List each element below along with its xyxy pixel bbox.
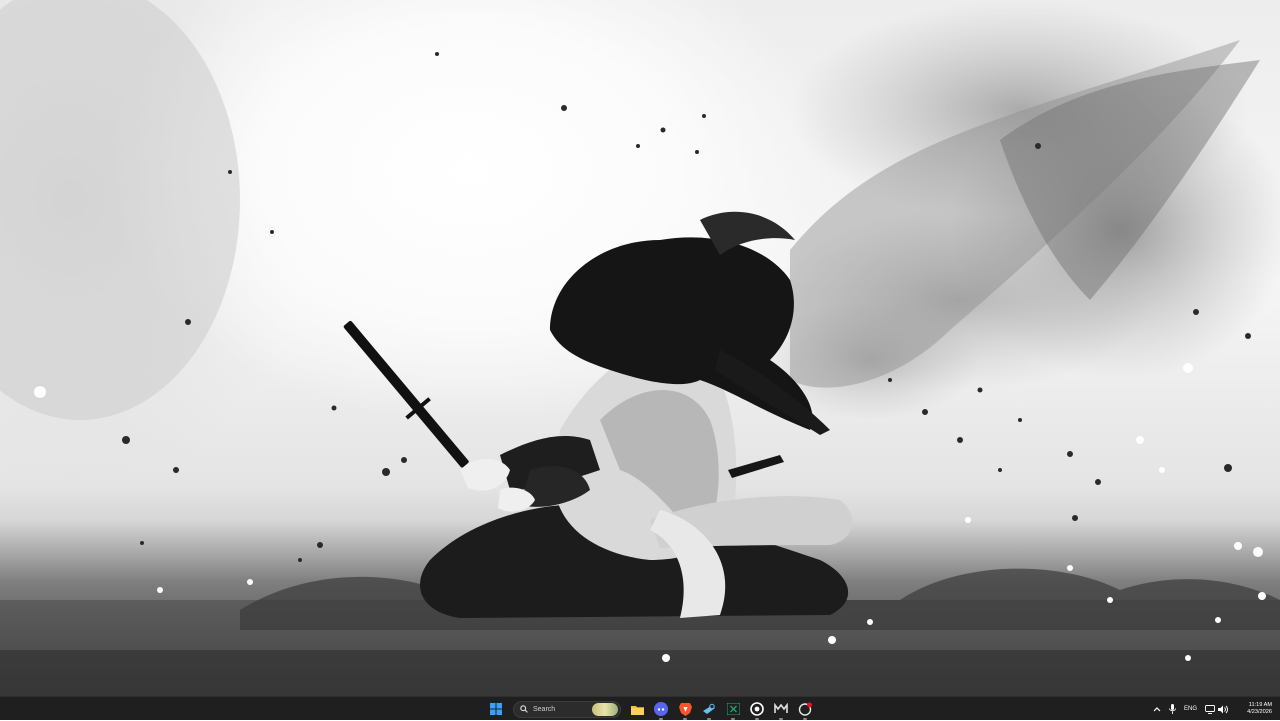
volume-icon bbox=[1218, 705, 1228, 713]
system-tray: ENG 11:19 AM 4/23/2026 bbox=[1149, 697, 1280, 721]
taskbar: Search ENG 11:19 AM 4/23/2026 bbox=[0, 696, 1280, 720]
taskbar-app-discord[interactable] bbox=[653, 701, 669, 720]
windows-start-icon bbox=[490, 703, 502, 715]
epic-icon bbox=[774, 703, 788, 713]
language-indicator[interactable]: ENG bbox=[1180, 697, 1201, 721]
excel-icon bbox=[726, 703, 740, 715]
taskbar-app-browser[interactable] bbox=[749, 701, 765, 720]
microphone-icon bbox=[1169, 704, 1176, 714]
badge-app-icon bbox=[798, 702, 812, 716]
browser-icon bbox=[750, 702, 764, 716]
taskbar-app-brave[interactable] bbox=[677, 701, 693, 720]
taskbar-app-file-explorer[interactable] bbox=[629, 701, 645, 717]
folder-icon bbox=[630, 705, 644, 715]
taskbar-app-excel[interactable] bbox=[725, 701, 741, 720]
network-volume-button[interactable] bbox=[1201, 697, 1232, 721]
brave-icon bbox=[678, 703, 692, 716]
search-highlight-image bbox=[592, 702, 618, 716]
clock-time: 11:19 AM bbox=[1248, 702, 1272, 708]
search-icon bbox=[520, 705, 528, 713]
taskbar-app-badge[interactable] bbox=[797, 701, 813, 720]
show-hidden-icons-button[interactable] bbox=[1149, 697, 1165, 721]
search-placeholder: Search bbox=[533, 705, 556, 713]
microphone-button[interactable] bbox=[1165, 697, 1180, 721]
clock-date: 4/23/2026 bbox=[1247, 709, 1272, 715]
desktop-wallpaper bbox=[0, 0, 1280, 696]
clock-button[interactable]: 11:19 AM 4/23/2026 bbox=[1232, 697, 1280, 721]
samurai-artwork bbox=[0, 0, 1280, 696]
taskbar-search-box[interactable]: Search bbox=[513, 700, 621, 718]
chevron-up-icon bbox=[1153, 707, 1161, 712]
discord-icon bbox=[654, 702, 668, 716]
taskbar-app-epic[interactable] bbox=[773, 701, 789, 720]
taskbar-center: Search bbox=[487, 697, 813, 721]
network-icon bbox=[1205, 704, 1215, 714]
start-button[interactable] bbox=[487, 700, 505, 718]
steam-icon bbox=[703, 703, 715, 714]
taskbar-app-steam[interactable] bbox=[701, 701, 717, 720]
language-label: ENG bbox=[1183, 706, 1197, 712]
